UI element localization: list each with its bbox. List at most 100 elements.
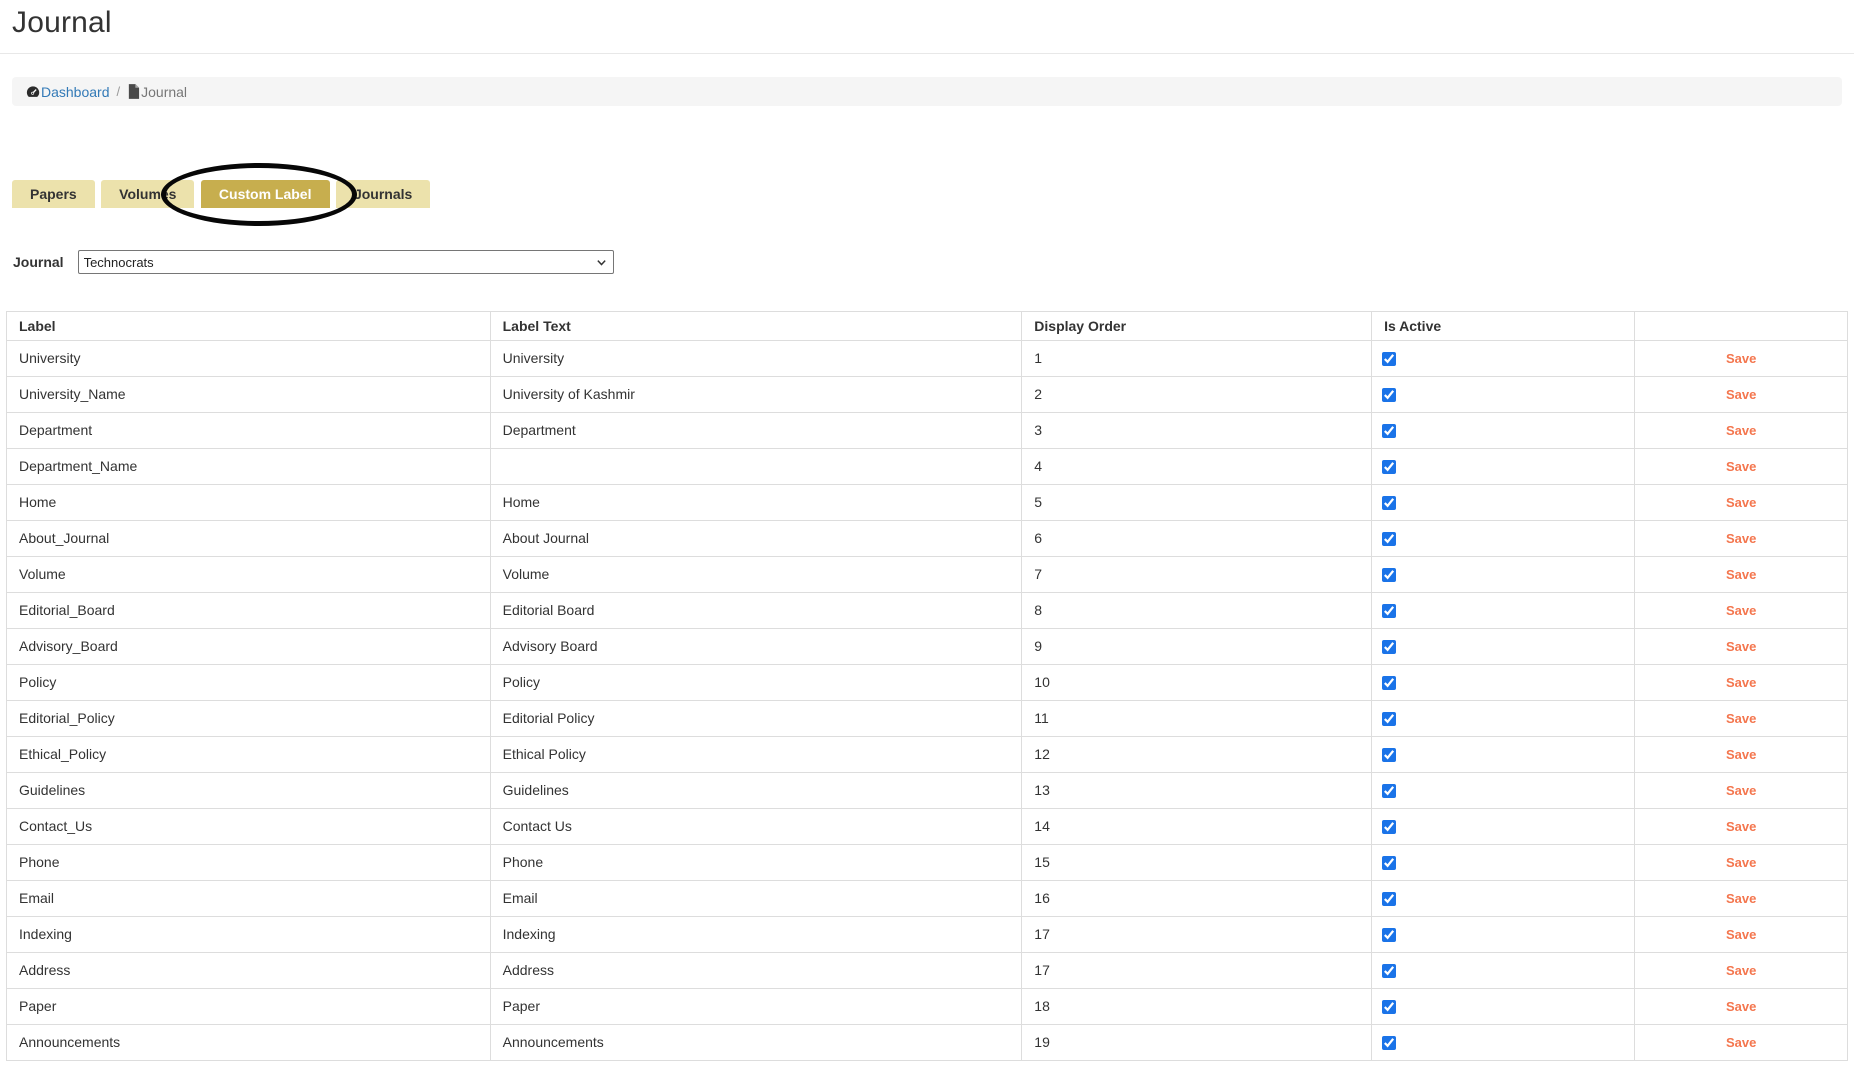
label-text-cell: Address [490, 953, 1022, 989]
save-link[interactable]: Save [1726, 711, 1756, 726]
is-active-cell [1372, 989, 1635, 1025]
is-active-checkbox[interactable] [1382, 640, 1396, 654]
label-text-cell: Guidelines [490, 773, 1022, 809]
label-cell: Ethical_Policy [7, 737, 491, 773]
save-link[interactable]: Save [1726, 891, 1756, 906]
is-active-checkbox[interactable] [1382, 604, 1396, 618]
is-active-checkbox[interactable] [1382, 388, 1396, 402]
is-active-checkbox[interactable] [1382, 748, 1396, 762]
save-link[interactable]: Save [1726, 423, 1756, 438]
is-active-cell [1372, 629, 1635, 665]
display-order-cell: 16 [1022, 881, 1372, 917]
table-row: Advisory_Board Advisory Board 9 Save [7, 629, 1848, 665]
breadcrumb-dashboard-link[interactable]: Dashboard [26, 84, 110, 100]
save-link[interactable]: Save [1726, 963, 1756, 978]
save-cell: Save [1635, 377, 1848, 413]
table-header: Label Label Text Display Order Is Active [7, 312, 1848, 341]
is-active-cell [1372, 665, 1635, 701]
save-cell: Save [1635, 989, 1848, 1025]
is-active-cell [1372, 449, 1635, 485]
label-text-cell: Announcements [490, 1025, 1022, 1061]
save-cell: Save [1635, 485, 1848, 521]
label-text-cell: Policy [490, 665, 1022, 701]
is-active-checkbox[interactable] [1382, 964, 1396, 978]
save-link[interactable]: Save [1726, 855, 1756, 870]
custom-label-table-body: University University 1 Save University_… [7, 341, 1848, 1061]
label-text-cell: University [490, 341, 1022, 377]
journal-select-label: Journal [13, 254, 64, 270]
display-order-cell: 9 [1022, 629, 1372, 665]
display-order-cell: 3 [1022, 413, 1372, 449]
label-cell: Advisory_Board [7, 629, 491, 665]
label-text-cell: University of Kashmir [490, 377, 1022, 413]
display-order-cell: 4 [1022, 449, 1372, 485]
label-text-cell: Contact Us [490, 809, 1022, 845]
is-active-cell [1372, 881, 1635, 917]
tab-volumes[interactable]: Volumes [101, 180, 194, 208]
is-active-checkbox[interactable] [1382, 460, 1396, 474]
tab-papers[interactable]: Papers [12, 180, 95, 208]
is-active-checkbox[interactable] [1382, 928, 1396, 942]
label-cell: Department [7, 413, 491, 449]
label-cell: Email [7, 881, 491, 917]
table-header-row: Label Label Text Display Order Is Active [7, 312, 1848, 341]
tab-journals[interactable]: Journals [336, 180, 430, 208]
is-active-checkbox[interactable] [1382, 352, 1396, 366]
label-cell: About_Journal [7, 521, 491, 557]
label-cell: Paper [7, 989, 491, 1025]
label-cell: University [7, 341, 491, 377]
journal-select[interactable]: Technocrats [78, 250, 614, 274]
is-active-checkbox[interactable] [1382, 424, 1396, 438]
save-link[interactable]: Save [1726, 1035, 1756, 1050]
save-link[interactable]: Save [1726, 495, 1756, 510]
display-order-cell: 14 [1022, 809, 1372, 845]
save-cell: Save [1635, 845, 1848, 881]
is-active-checkbox[interactable] [1382, 568, 1396, 582]
is-active-checkbox[interactable] [1382, 1000, 1396, 1014]
save-link[interactable]: Save [1726, 567, 1756, 582]
save-link[interactable]: Save [1726, 675, 1756, 690]
save-link[interactable]: Save [1726, 459, 1756, 474]
save-cell: Save [1635, 449, 1848, 485]
save-link[interactable]: Save [1726, 783, 1756, 798]
label-cell: Indexing [7, 917, 491, 953]
label-text-cell: Editorial Board [490, 593, 1022, 629]
save-link[interactable]: Save [1726, 387, 1756, 402]
save-link[interactable]: Save [1726, 927, 1756, 942]
save-link[interactable]: Save [1726, 639, 1756, 654]
table-row: Editorial_Board Editorial Board 8 Save [7, 593, 1848, 629]
is-active-cell [1372, 737, 1635, 773]
save-link[interactable]: Save [1726, 747, 1756, 762]
label-cell: Announcements [7, 1025, 491, 1061]
is-active-checkbox[interactable] [1382, 820, 1396, 834]
save-link[interactable]: Save [1726, 603, 1756, 618]
is-active-cell [1372, 701, 1635, 737]
display-order-cell: 17 [1022, 917, 1372, 953]
tab-custom-label[interactable]: Custom Label [201, 180, 330, 208]
save-cell: Save [1635, 413, 1848, 449]
is-active-checkbox[interactable] [1382, 496, 1396, 510]
label-cell: Department_Name [7, 449, 491, 485]
is-active-checkbox[interactable] [1382, 676, 1396, 690]
save-link[interactable]: Save [1726, 999, 1756, 1014]
label-cell: Home [7, 485, 491, 521]
is-active-cell [1372, 341, 1635, 377]
page-title: Journal [12, 6, 1842, 40]
is-active-checkbox[interactable] [1382, 784, 1396, 798]
save-cell: Save [1635, 521, 1848, 557]
label-cell: Volume [7, 557, 491, 593]
save-link[interactable]: Save [1726, 531, 1756, 546]
is-active-cell [1372, 953, 1635, 989]
is-active-checkbox[interactable] [1382, 712, 1396, 726]
is-active-checkbox[interactable] [1382, 532, 1396, 546]
save-link[interactable]: Save [1726, 819, 1756, 834]
is-active-cell [1372, 1025, 1635, 1061]
display-order-cell: 2 [1022, 377, 1372, 413]
is-active-checkbox[interactable] [1382, 892, 1396, 906]
dashboard-icon [26, 85, 40, 99]
table-row: Department Department 3 Save [7, 413, 1848, 449]
label-text-cell: Volume [490, 557, 1022, 593]
save-link[interactable]: Save [1726, 351, 1756, 366]
is-active-checkbox[interactable] [1382, 856, 1396, 870]
is-active-checkbox[interactable] [1382, 1036, 1396, 1050]
